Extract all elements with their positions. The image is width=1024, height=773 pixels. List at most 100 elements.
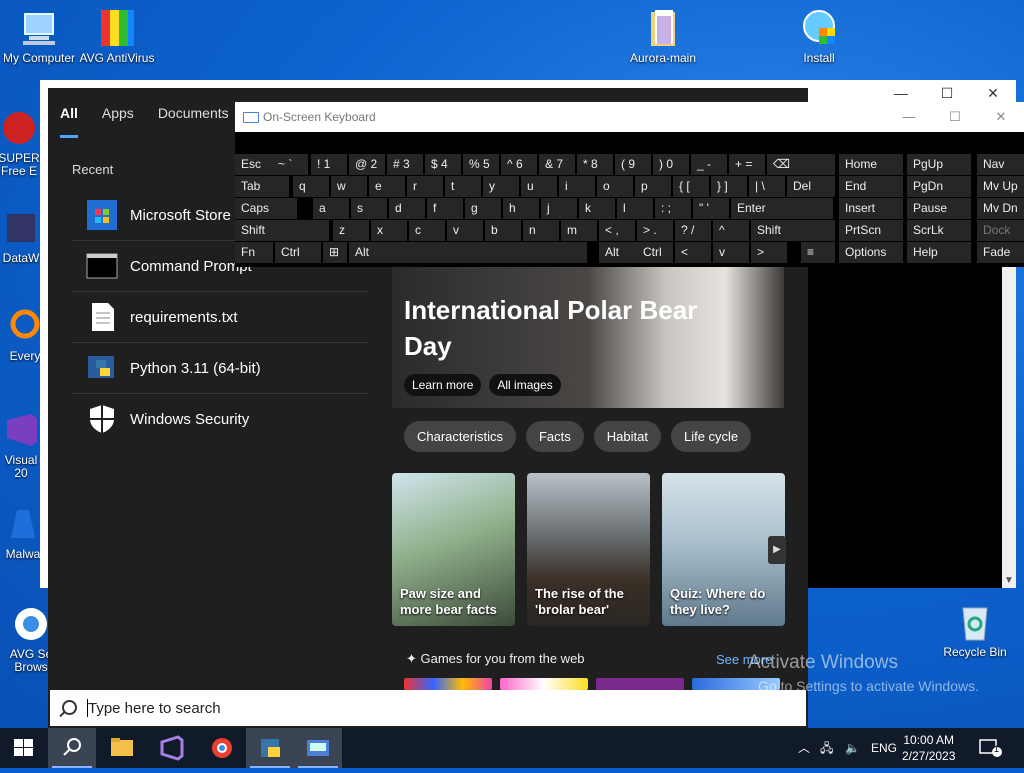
key-win[interactable]: ⊞	[323, 242, 347, 263]
key-nav[interactable]: Nav	[977, 154, 1024, 175]
key-caps[interactable]: Caps	[235, 198, 297, 219]
minimize-icon[interactable]: —	[886, 102, 932, 132]
key-slash[interactable]: ? /	[675, 220, 711, 241]
key-6[interactable]: ^ 6	[501, 154, 537, 175]
desktop-icon-my-computer[interactable]: My Computer	[0, 8, 78, 65]
key-enter[interactable]: Enter	[731, 198, 833, 219]
recent-item-python[interactable]: Python 3.11 (64-bit)	[72, 343, 368, 394]
key-end[interactable]: End	[839, 176, 903, 197]
key-h[interactable]: h	[503, 198, 539, 219]
key-scrlk[interactable]: ScrLk	[907, 220, 971, 241]
key-alt[interactable]: Alt	[349, 242, 587, 263]
desktop-icon-aurora-main[interactable]: Aurora-main	[624, 8, 702, 65]
key-tab[interactable]: Tab	[235, 176, 289, 197]
python-button[interactable]	[246, 728, 294, 768]
network-icon[interactable]: 🖧	[820, 728, 833, 768]
key-semicolon[interactable]: : ;	[655, 198, 691, 219]
key-e[interactable]: e	[369, 176, 405, 197]
tab-all[interactable]: All	[48, 88, 90, 138]
search-bar[interactable]: Type here to search	[50, 690, 806, 726]
key-period[interactable]: > .	[637, 220, 673, 241]
key-r[interactable]: r	[407, 176, 443, 197]
chevron-down-icon[interactable]: ▼	[1004, 575, 1014, 586]
key-ctrl[interactable]: Ctrl	[275, 242, 321, 263]
key-del[interactable]: Del	[787, 176, 835, 197]
key-left[interactable]: <	[675, 242, 711, 263]
key-z[interactable]: z	[333, 220, 369, 241]
search-input[interactable]: Type here to search	[88, 700, 221, 717]
chevron-right-icon[interactable]: ▶	[768, 536, 786, 564]
key-u[interactable]: u	[521, 176, 557, 197]
notification-button[interactable]: 1	[968, 728, 1016, 768]
key-prtscn[interactable]: PrtScn	[839, 220, 903, 241]
key-backslash[interactable]: | \	[749, 176, 785, 197]
recent-item-windows-security[interactable]: Windows Security	[72, 394, 368, 444]
key-s[interactable]: s	[351, 198, 387, 219]
start-button[interactable]	[0, 728, 48, 768]
key-o[interactable]: o	[597, 176, 633, 197]
key-backspace[interactable]: ⌫	[767, 154, 835, 175]
volume-icon[interactable]: 🔈	[845, 728, 860, 768]
key-c[interactable]: c	[409, 220, 445, 241]
tab-documents[interactable]: Documents	[146, 88, 241, 138]
key-ctrlr[interactable]: Ctrl	[637, 242, 673, 263]
game-thumbnail[interactable]	[404, 678, 492, 690]
tab-apps[interactable]: Apps	[90, 88, 146, 138]
browser-button[interactable]	[198, 728, 246, 768]
maximize-icon[interactable]: ☐	[932, 102, 978, 132]
key-p[interactable]: p	[635, 176, 671, 197]
key-up[interactable]: ^	[713, 220, 749, 241]
game-thumbnail[interactable]	[500, 678, 588, 690]
key-2[interactable]: @ 2	[349, 154, 385, 175]
card-brolar-bear[interactable]: The rise of the 'brolar bear'	[527, 473, 650, 626]
key-tilde[interactable]: ~ `	[272, 154, 308, 175]
key-home[interactable]: Home	[839, 154, 903, 175]
key-b[interactable]: b	[485, 220, 521, 241]
recent-item-requirements-txt[interactable]: requirements.txt	[72, 292, 368, 343]
key-x[interactable]: x	[371, 220, 407, 241]
key-i[interactable]: i	[559, 176, 595, 197]
key-pause[interactable]: Pause	[907, 198, 971, 219]
clock[interactable]: 10:00 AM 2/27/2023	[902, 732, 955, 764]
key-right[interactable]: >	[751, 242, 787, 263]
key-1[interactable]: ! 1	[311, 154, 347, 175]
key-w[interactable]: w	[331, 176, 367, 197]
on-screen-keyboard[interactable]: On-Screen Keyboard — ☐ ✕ Esc ~ `! 1 @ 2 # 3…	[235, 102, 1024, 267]
close-icon[interactable]: ✕	[978, 102, 1024, 132]
key-dock[interactable]: Dock	[977, 220, 1024, 241]
key-q[interactable]: q	[293, 176, 329, 197]
all-images-button[interactable]: All images	[489, 374, 561, 396]
key-mvup[interactable]: Mv Up	[977, 176, 1024, 197]
key-7[interactable]: & 7	[539, 154, 575, 175]
key-d[interactable]: d	[389, 198, 425, 219]
key-shiftr[interactable]: Shift	[751, 220, 835, 241]
key-options[interactable]: Options	[839, 242, 903, 263]
key-fade[interactable]: Fade	[977, 242, 1024, 263]
key-v[interactable]: v	[447, 220, 483, 241]
key-5[interactable]: % 5	[463, 154, 499, 175]
key-g[interactable]: g	[465, 198, 501, 219]
key-pgdn[interactable]: PgDn	[907, 176, 971, 197]
key-y[interactable]: y	[483, 176, 519, 197]
key-lbracket[interactable]: { [	[673, 176, 709, 197]
key-n[interactable]: n	[523, 220, 559, 241]
desktop-icon-avg-antivirus[interactable]: AVG AntiVirus	[78, 8, 156, 65]
game-thumbnail[interactable]	[596, 678, 684, 690]
file-explorer-button[interactable]	[98, 728, 146, 768]
key-4[interactable]: $ 4	[425, 154, 461, 175]
chip-habitat[interactable]: Habitat	[593, 421, 661, 452]
chip-characteristics[interactable]: Characteristics	[404, 421, 516, 452]
key-k[interactable]: k	[579, 198, 615, 219]
key-mvdn[interactable]: Mv Dn	[977, 198, 1024, 219]
language-indicator[interactable]: ENG	[871, 728, 897, 768]
key-fn[interactable]: Fn	[235, 242, 273, 263]
key-shift[interactable]: Shift	[235, 220, 329, 241]
key-m[interactable]: m	[561, 220, 597, 241]
key-comma[interactable]: < ,	[599, 220, 635, 241]
key-3[interactable]: # 3	[387, 154, 423, 175]
featured-hero[interactable]: International Polar Bear Day Learn more …	[392, 248, 784, 408]
key-menu[interactable]: ≡	[801, 242, 835, 263]
card-paw-size[interactable]: Paw size and more bear facts	[392, 473, 515, 626]
on-screen-keyboard-button[interactable]	[294, 728, 342, 768]
key-minus[interactable]: _ -	[691, 154, 727, 175]
